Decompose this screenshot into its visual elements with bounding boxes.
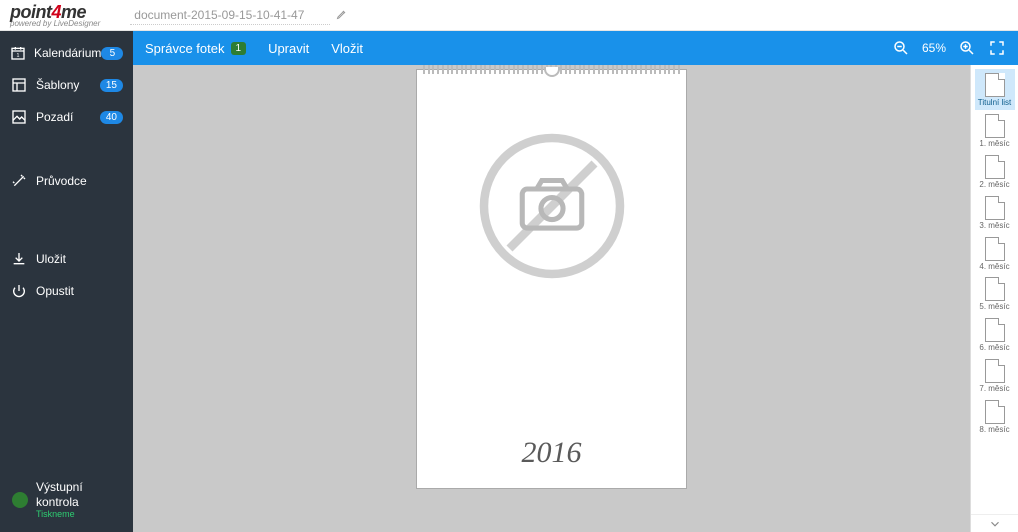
page-icon — [985, 318, 1005, 342]
page-icon — [985, 114, 1005, 138]
logo-text: point4me — [10, 3, 100, 21]
page-thumb[interactable]: 8. měsíc — [975, 396, 1015, 437]
app-logo: point4me powered by LiveDesigner — [10, 3, 100, 28]
template-icon — [10, 76, 28, 94]
sidebar-footer-status[interactable]: Výstupní kontrola Tiskneme — [0, 468, 133, 532]
page-thumb-label: 6. měsíc — [979, 344, 1009, 353]
page-thumb[interactable]: 2. měsíc — [975, 151, 1015, 192]
calendar-year: 2016 — [417, 436, 686, 470]
sidebar-item-pozadi[interactable]: Pozadí 40 — [0, 101, 133, 133]
sidebar-item-label: Průvodce — [36, 174, 123, 188]
page-icon — [985, 237, 1005, 261]
sidebar-badge: 15 — [100, 79, 123, 92]
page-icon — [985, 359, 1005, 383]
chevron-down-icon[interactable] — [971, 514, 1018, 532]
toolbar-photos[interactable]: Správce fotek 1 — [145, 41, 246, 56]
sidebar-item-label: Kalendárium — [34, 46, 101, 60]
page-thumb-label: Titulní list — [978, 99, 1012, 108]
power-icon — [10, 282, 28, 300]
footer-sub: Tiskneme — [36, 509, 121, 520]
page-thumb[interactable]: 1. měsíc — [975, 110, 1015, 151]
calendar-icon: 1 — [10, 44, 26, 62]
image-placeholder-icon — [467, 121, 637, 294]
photos-badge: 1 — [231, 42, 247, 55]
document-name-input[interactable]: document-2015-09-15-10-41-47 — [130, 6, 330, 25]
page-icon — [985, 155, 1005, 179]
toolbar-insert[interactable]: Vložit — [331, 41, 363, 56]
sidebar-item-label: Opustit — [36, 284, 123, 298]
download-icon — [10, 250, 28, 268]
sidebar-item-save[interactable]: Uložit — [0, 243, 133, 275]
sidebar-item-label: Pozadí — [36, 110, 100, 124]
background-icon — [10, 108, 28, 126]
page-icon — [985, 73, 1005, 97]
page-icon — [985, 196, 1005, 220]
top-bar: point4me powered by LiveDesigner documen… — [0, 0, 1018, 31]
sidebar: 1 Kalendárium 5 Šablony 15 Pozadí 40 — [0, 31, 133, 532]
sidebar-item-label: Uložit — [36, 252, 123, 266]
toolbar-edit[interactable]: Upravit — [268, 41, 309, 56]
sidebar-badge: 40 — [100, 111, 123, 124]
sidebar-badge: 5 — [101, 47, 123, 60]
sidebar-item-quit[interactable]: Opustit — [0, 275, 133, 307]
editor-canvas[interactable]: 2016 — [133, 65, 970, 532]
page-thumb[interactable]: 5. měsíc — [975, 273, 1015, 314]
page-icon — [985, 400, 1005, 424]
page-thumb[interactable]: 3. měsíc — [975, 192, 1015, 233]
page-thumb[interactable]: Titulní list — [975, 69, 1015, 110]
page-thumb-label: 2. měsíc — [979, 181, 1009, 190]
logo-subtext: powered by LiveDesigner — [10, 20, 100, 28]
page-panel: Titulní list 1. měsíc 2. měsíc 3. měsíc 4. m… — [970, 65, 1018, 532]
status-dot-icon — [12, 492, 28, 508]
sidebar-item-sablony[interactable]: Šablony 15 — [0, 69, 133, 101]
svg-text:1: 1 — [17, 53, 20, 59]
sidebar-item-kalendarium[interactable]: 1 Kalendárium 5 — [0, 37, 133, 69]
pencil-icon[interactable] — [336, 8, 348, 23]
page-thumb-label: 7. měsíc — [979, 385, 1009, 394]
page-thumb-label: 1. měsíc — [979, 140, 1009, 149]
sidebar-item-wizard[interactable]: Průvodce — [0, 165, 133, 197]
page-thumb[interactable]: 4. měsíc — [975, 233, 1015, 274]
calendar-page[interactable]: 2016 — [416, 69, 687, 489]
zoom-level: 65% — [922, 41, 946, 55]
zoom-out-icon[interactable] — [892, 39, 910, 57]
page-thumb-label: 4. měsíc — [979, 263, 1009, 272]
sidebar-item-label: Šablony — [36, 78, 100, 92]
page-icon — [985, 277, 1005, 301]
page-thumb-label: 3. měsíc — [979, 222, 1009, 231]
wand-icon — [10, 172, 28, 190]
editor-toolbar: Správce fotek 1 Upravit Vložit 65% — [133, 31, 1018, 65]
page-thumb[interactable]: 7. měsíc — [975, 355, 1015, 396]
fullscreen-icon[interactable] — [988, 39, 1006, 57]
page-thumb[interactable]: 6. měsíc — [975, 314, 1015, 355]
page-thumb-label: 5. měsíc — [979, 303, 1009, 312]
zoom-in-icon[interactable] — [958, 39, 976, 57]
page-thumb-label: 8. měsíc — [979, 426, 1009, 435]
footer-title: Výstupní kontrola — [36, 480, 121, 509]
